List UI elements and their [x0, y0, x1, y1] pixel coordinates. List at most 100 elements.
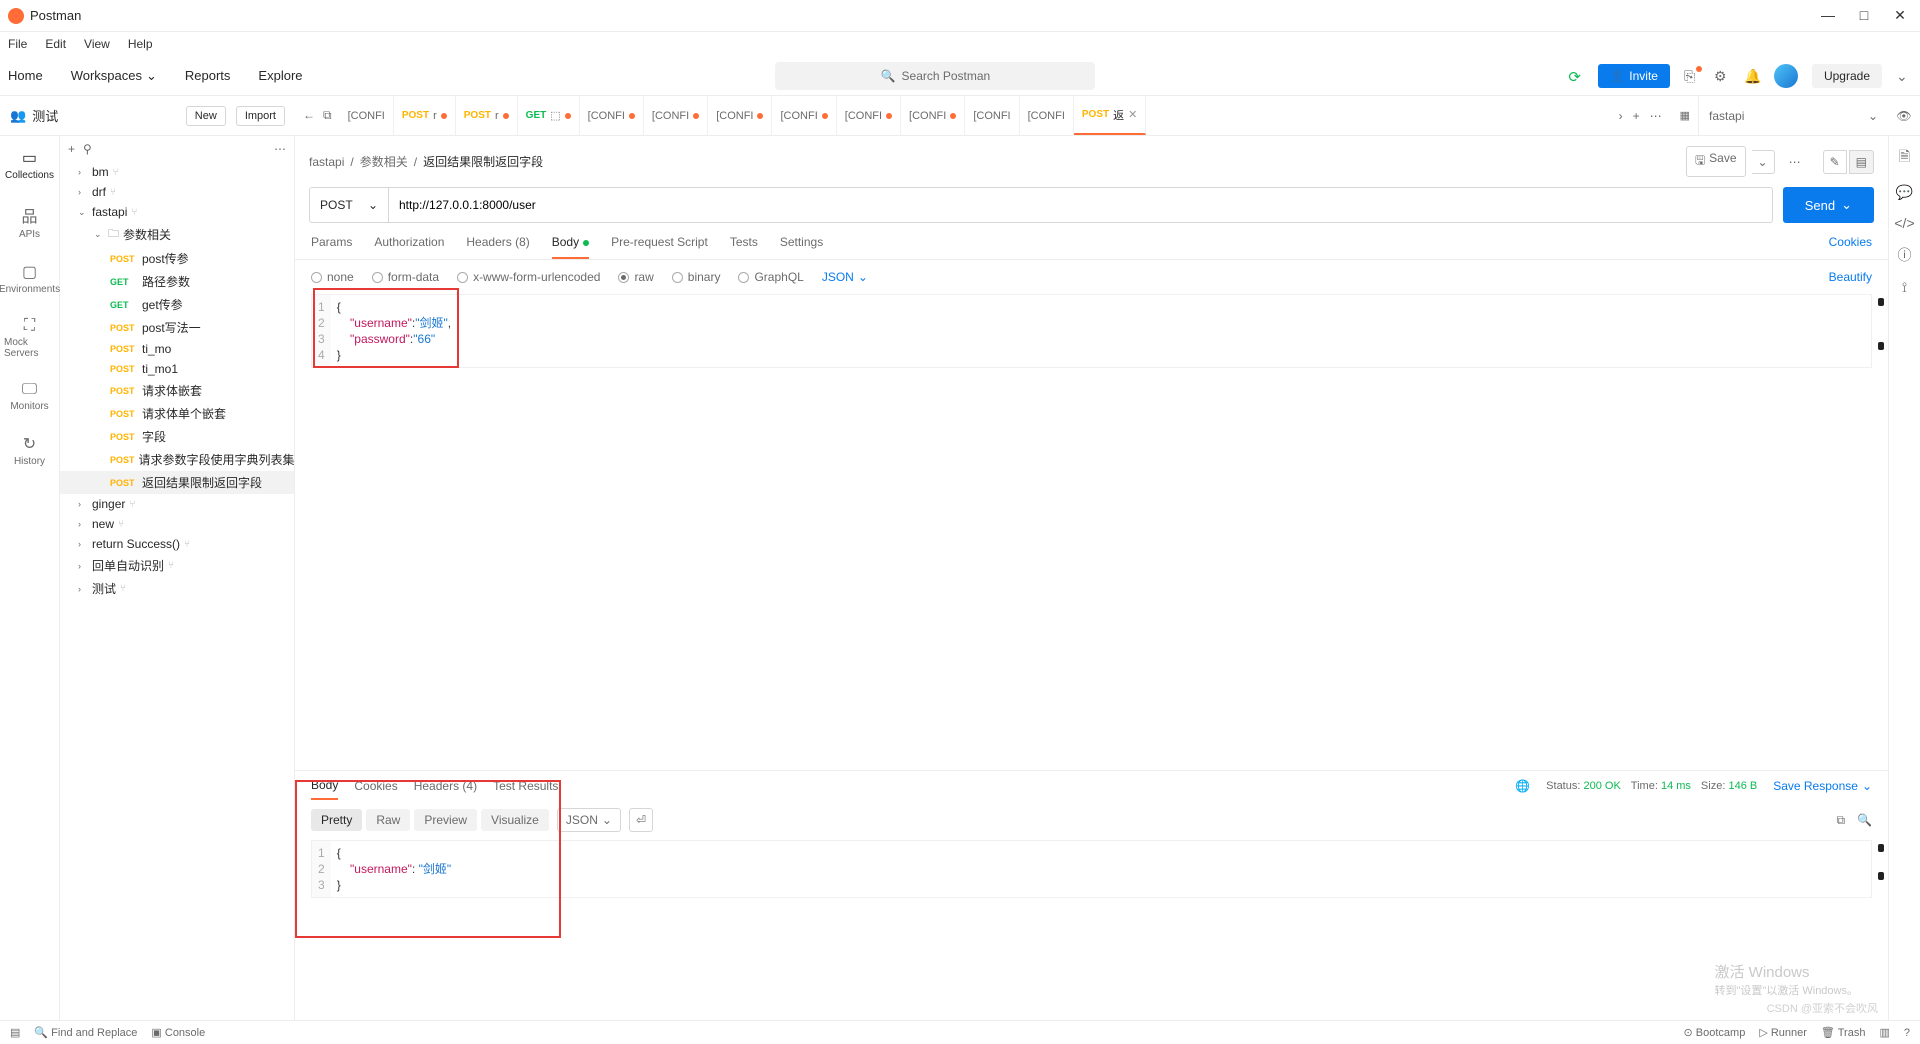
tree-request[interactable]: GETget传参: [60, 293, 294, 316]
save-response-button[interactable]: Save Response ⌄: [1773, 779, 1872, 793]
tree-folder[interactable]: ⌄🗀 参数相关: [60, 222, 294, 247]
tab-params[interactable]: Params: [311, 235, 352, 259]
nav-explore[interactable]: Explore: [258, 68, 302, 84]
edit-icon[interactable]: ✎: [1823, 150, 1847, 174]
beautify-button[interactable]: Beautify: [1829, 270, 1872, 284]
tree-request[interactable]: POSTpost写法一: [60, 316, 294, 339]
tab-authorization[interactable]: Authorization: [374, 235, 444, 259]
runner-button[interactable]: ▷ Runner: [1759, 1026, 1807, 1039]
request-tab[interactable]: [CONFI: [901, 96, 965, 135]
breadcrumb-collection[interactable]: fastapi: [309, 155, 344, 169]
console-button[interactable]: ▣ Console: [151, 1026, 205, 1039]
tree-collection[interactable]: ›bm ⑂: [60, 162, 294, 182]
filter-icon[interactable]: ⚲: [83, 142, 92, 156]
minimap-thumb[interactable]: [1878, 844, 1884, 852]
body-formdata[interactable]: form-data: [372, 270, 439, 284]
tree-collection[interactable]: ›ginger ⑂: [60, 494, 294, 514]
tree-collection[interactable]: ›回单自动识别 ⑂: [60, 554, 294, 577]
comments-icon[interactable]: 💬: [1896, 184, 1913, 201]
save-button[interactable]: 🖫Save: [1686, 146, 1746, 177]
tab-headers[interactable]: Headers (8): [466, 235, 529, 259]
body-lang-select[interactable]: JSON ⌄: [822, 270, 868, 284]
resp-tab-test[interactable]: Test Results: [493, 773, 558, 799]
find-replace-button[interactable]: 🔍 Find and Replace: [34, 1026, 137, 1039]
body-raw[interactable]: raw: [618, 270, 653, 284]
docs-icon[interactable]: 🗎: [1899, 146, 1910, 170]
menu-help[interactable]: Help: [128, 37, 153, 51]
comment-icon[interactable]: ▤: [1849, 150, 1874, 174]
globe-icon[interactable]: 🌐: [1515, 779, 1530, 793]
tree-request[interactable]: POST请求参数字段使用字典列表集合...: [60, 448, 294, 471]
request-body-editor[interactable]: 1234 { "username":"剑姬", "password":"66" …: [311, 294, 1872, 368]
notifications-icon[interactable]: 🔔: [1744, 68, 1760, 84]
save-dropdown[interactable]: ⌄: [1752, 150, 1775, 174]
breadcrumb-folder[interactable]: 参数相关: [360, 153, 408, 170]
new-button[interactable]: New: [186, 106, 226, 126]
request-tab[interactable]: [CONFI: [772, 96, 836, 135]
request-tab[interactable]: [CONFI: [837, 96, 901, 135]
tree-collection[interactable]: ›测试 ⑂: [60, 577, 294, 600]
tree-request[interactable]: POSTpost传参: [60, 247, 294, 270]
tab-more-icon[interactable]: ›: [1619, 109, 1623, 123]
nav-home[interactable]: Home: [8, 68, 43, 84]
scratch-tab[interactable]: ▦: [1672, 96, 1698, 135]
resp-tab-body[interactable]: Body: [311, 772, 338, 800]
menu-view[interactable]: View: [84, 37, 110, 51]
request-tab[interactable]: GET ⬚: [518, 96, 580, 135]
method-select[interactable]: POST⌄: [309, 187, 389, 223]
tree-request[interactable]: POST请求体单个嵌套: [60, 402, 294, 425]
tab-stack-icon[interactable]: ⧉: [323, 108, 332, 123]
tab-menu-icon[interactable]: ⋯: [1650, 109, 1662, 123]
resp-raw[interactable]: Raw: [366, 809, 410, 831]
settings-icon[interactable]: ⚙: [1714, 68, 1730, 84]
menu-file[interactable]: File: [8, 37, 27, 51]
invite-button[interactable]: 👤Invite: [1598, 64, 1670, 88]
tab-tests[interactable]: Tests: [730, 235, 758, 259]
info-icon[interactable]: ⓘ: [1898, 245, 1912, 265]
tree-collection[interactable]: ⌄fastapi ⑂: [60, 202, 294, 222]
body-binary[interactable]: binary: [672, 270, 721, 284]
tree-request[interactable]: POSTti_mo: [60, 339, 294, 359]
help-icon[interactable]: ?: [1904, 1027, 1910, 1039]
trash-button[interactable]: 🗑 Trash: [1821, 1026, 1866, 1039]
sidebar-toggle-icon[interactable]: ▤: [10, 1026, 20, 1039]
upgrade-button[interactable]: Upgrade: [1812, 64, 1882, 88]
resp-preview[interactable]: Preview: [414, 809, 477, 831]
request-tab[interactable]: [CONFI: [708, 96, 772, 135]
cookies-link[interactable]: Cookies: [1829, 235, 1872, 259]
tab-back-icon[interactable]: ←: [303, 108, 315, 123]
request-tab[interactable]: POST 返 ✕: [1074, 96, 1146, 135]
rail-history[interactable]: ↻History: [10, 430, 49, 471]
resp-pretty[interactable]: Pretty: [311, 809, 362, 831]
request-tab[interactable]: [CONFI: [644, 96, 708, 135]
wrap-icon[interactable]: ⏎: [629, 808, 653, 832]
request-tab[interactable]: [CONFI: [340, 96, 394, 135]
tree-request[interactable]: GET路径参数: [60, 270, 294, 293]
sync-icon[interactable]: ⟳: [1568, 68, 1584, 84]
more-icon[interactable]: ⋯: [1789, 155, 1801, 169]
minimize-button[interactable]: —: [1820, 7, 1836, 24]
tab-prereq[interactable]: Pre-request Script: [611, 235, 708, 259]
tab-body[interactable]: Body: [552, 235, 589, 259]
tab-settings[interactable]: Settings: [780, 235, 823, 259]
tree-request[interactable]: POST请求体嵌套: [60, 379, 294, 402]
tree-collection[interactable]: ›return Success() ⑂: [60, 534, 294, 554]
resp-format-select[interactable]: JSON ⌄: [557, 808, 621, 832]
resp-tab-cookies[interactable]: Cookies: [354, 773, 397, 799]
add-icon[interactable]: +: [68, 142, 75, 156]
import-button[interactable]: Import: [236, 106, 285, 126]
rail-apis[interactable]: 品APIs: [15, 199, 44, 244]
tree-request[interactable]: POST字段: [60, 425, 294, 448]
capture-icon[interactable]: ⎘: [1684, 68, 1700, 84]
environment-selector[interactable]: fastapi⌄: [1698, 96, 1888, 135]
request-tab[interactable]: POST r: [394, 96, 456, 135]
tab-add-icon[interactable]: +: [1633, 109, 1640, 123]
body-urlencoded[interactable]: x-www-form-urlencoded: [457, 270, 600, 284]
request-tab[interactable]: [CONFI: [965, 96, 1019, 135]
body-graphql[interactable]: GraphQL: [738, 270, 803, 284]
minimap-thumb[interactable]: [1878, 342, 1884, 350]
request-tab[interactable]: POST r: [456, 96, 518, 135]
menu-edit[interactable]: Edit: [45, 37, 66, 51]
more-icon[interactable]: ⋯: [274, 142, 286, 156]
nav-workspaces[interactable]: Workspaces ⌄: [71, 68, 157, 84]
